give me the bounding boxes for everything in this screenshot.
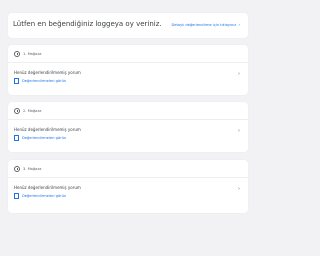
page-title: Lütfen en beğendiğiniz loggeya oy verini… (13, 20, 162, 28)
header-card: Lütfen en beğendiğiniz loggeya oy verini… (8, 13, 248, 38)
see-reviews-link[interactable]: Değerlendirmeleri görün (14, 193, 66, 199)
store-card[interactable]: 1. Mağaza Henüz değerlendirilmemiş yorum… (8, 45, 248, 95)
store-name: 3. Mağaza (23, 166, 42, 171)
divider (8, 62, 248, 63)
store-card[interactable]: 3. Mağaza Henüz değerlendirilmemiş yorum… (8, 160, 248, 213)
details-link[interactable]: Detaylı değerlendirme için tıklayınız › (172, 22, 241, 28)
store-icon (14, 51, 20, 57)
chevron-right-icon: › (238, 22, 240, 27)
rating-status: Henüz değerlendirilmemiş yorum (14, 70, 81, 75)
store-name: 2. Mağaza (23, 108, 42, 113)
store-header: 2. Mağaza (14, 108, 41, 114)
document-icon (14, 78, 19, 84)
page: Lütfen en beğendiğiniz loggeya oy verini… (0, 0, 256, 256)
rating-status: Henüz değerlendirilmemiş yorum (14, 185, 81, 190)
see-reviews-link[interactable]: Değerlendirmeleri görün (14, 135, 66, 141)
rating-status: Henüz değerlendirilmemiş yorum (14, 127, 81, 132)
store-header: 3. Mağaza (14, 166, 41, 172)
see-reviews-label: Değerlendirmeleri görün (22, 78, 67, 83)
document-icon (14, 135, 19, 141)
see-reviews-link[interactable]: Değerlendirmeleri görün (14, 78, 66, 84)
store-card[interactable]: 2. Mağaza Henüz değerlendirilmemiş yorum… (8, 102, 248, 152)
store-header: 1. Mağaza (14, 51, 41, 57)
document-icon (14, 193, 19, 199)
see-reviews-label: Değerlendirmeleri görün (22, 193, 67, 198)
store-icon (14, 166, 20, 172)
chevron-right-icon[interactable]: › (238, 128, 240, 134)
chevron-right-icon[interactable]: › (238, 186, 240, 192)
see-reviews-label: Değerlendirmeleri görün (22, 135, 67, 140)
store-icon (14, 108, 20, 114)
divider (8, 119, 248, 120)
divider (8, 177, 248, 178)
chevron-right-icon[interactable]: › (238, 71, 240, 77)
details-link-label: Detaylı değerlendirme için tıklayınız (171, 23, 237, 27)
store-name: 1. Mağaza (23, 51, 42, 56)
